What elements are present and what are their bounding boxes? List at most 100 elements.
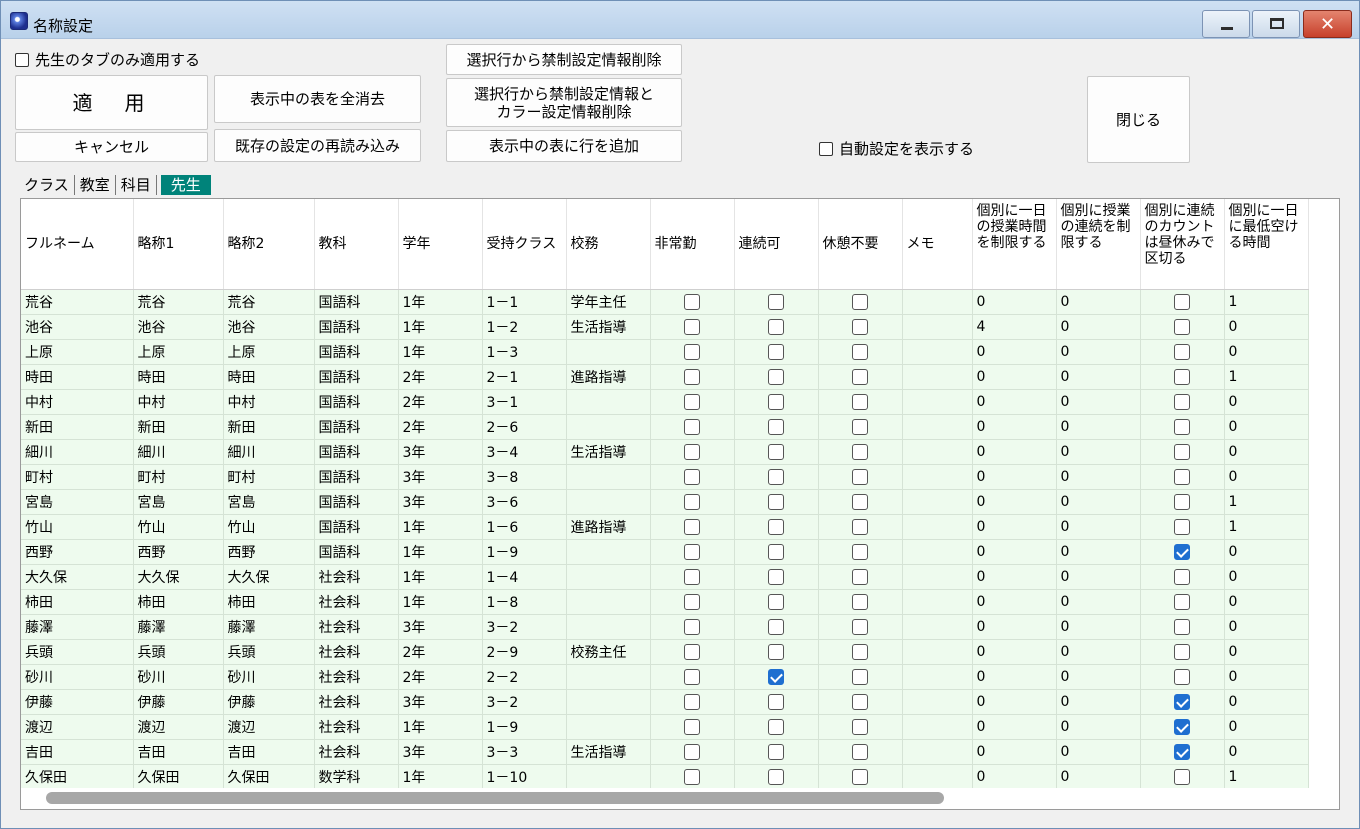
table-row[interactable]: 兵頭 兵頭 兵頭 社会科 2年 2－9 校務主任 0 0 0 bbox=[21, 639, 1309, 665]
unchecked-checkbox[interactable] bbox=[684, 768, 700, 785]
table-cell[interactable] bbox=[902, 764, 973, 790]
unchecked-checkbox[interactable] bbox=[684, 568, 700, 585]
table-cell[interactable]: 0 bbox=[1056, 514, 1141, 540]
table-cell[interactable]: 2年 bbox=[398, 389, 483, 415]
table-cell[interactable] bbox=[902, 314, 973, 340]
table-checkbox-cell[interactable] bbox=[650, 414, 735, 440]
table-row[interactable]: 柿田 柿田 柿田 社会科 1年 1－8 0 0 0 bbox=[21, 589, 1309, 615]
table-cell[interactable]: 久保田 bbox=[133, 764, 224, 790]
table-cell[interactable]: 0 bbox=[1056, 489, 1141, 515]
table-cell[interactable]: 0 bbox=[1056, 389, 1141, 415]
unchecked-checkbox[interactable] bbox=[852, 468, 868, 485]
table-cell[interactable]: 藤澤 bbox=[21, 614, 134, 640]
unchecked-checkbox[interactable] bbox=[684, 618, 700, 635]
table-cell[interactable]: 1 bbox=[1224, 364, 1309, 390]
column-header[interactable]: 教科 bbox=[314, 199, 399, 290]
table-cell[interactable] bbox=[566, 414, 651, 440]
table-cell[interactable]: 0 bbox=[1056, 764, 1141, 790]
table-row[interactable]: 池谷 池谷 池谷 国語科 1年 1－2 生活指導 4 0 0 bbox=[21, 314, 1309, 340]
table-cell[interactable] bbox=[902, 489, 973, 515]
unchecked-checkbox[interactable] bbox=[1174, 368, 1190, 385]
table-cell[interactable]: 国語科 bbox=[314, 514, 399, 540]
horizontal-scroll-thumb[interactable] bbox=[46, 792, 944, 804]
checked-checkbox[interactable] bbox=[1174, 718, 1190, 735]
column-header[interactable]: 受持クラス bbox=[482, 199, 567, 290]
table-checkbox-cell[interactable] bbox=[734, 514, 819, 540]
table-cell[interactable]: 1－9 bbox=[482, 714, 567, 740]
unchecked-checkbox[interactable] bbox=[852, 743, 868, 760]
table-cell[interactable]: 0 bbox=[1056, 464, 1141, 490]
table-cell[interactable]: 新田 bbox=[223, 414, 315, 440]
table-cell[interactable]: 国語科 bbox=[314, 339, 399, 365]
table-checkbox-cell[interactable] bbox=[1140, 514, 1225, 540]
table-checkbox-cell[interactable] bbox=[1140, 289, 1225, 315]
table-cell[interactable]: 国語科 bbox=[314, 414, 399, 440]
table-cell[interactable]: 社会科 bbox=[314, 714, 399, 740]
table-cell[interactable]: 渡辺 bbox=[133, 714, 224, 740]
table-cell[interactable]: 0 bbox=[1056, 339, 1141, 365]
table-cell[interactable]: 校務主任 bbox=[566, 639, 651, 665]
unchecked-checkbox[interactable] bbox=[684, 293, 700, 310]
table-cell[interactable]: 進路指導 bbox=[566, 514, 651, 540]
table-cell[interactable]: 社会科 bbox=[314, 664, 399, 690]
unchecked-checkbox[interactable] bbox=[684, 443, 700, 460]
table-checkbox-cell[interactable] bbox=[650, 539, 735, 565]
tab-teacher[interactable]: 先生 bbox=[160, 175, 211, 195]
table-checkbox-cell[interactable] bbox=[818, 564, 903, 590]
table-checkbox-cell[interactable] bbox=[818, 764, 903, 790]
tab-class[interactable]: クラス bbox=[19, 175, 75, 195]
table-cell[interactable]: 1年 bbox=[398, 539, 483, 565]
table-checkbox-cell[interactable] bbox=[818, 639, 903, 665]
tab-subject[interactable]: 科目 bbox=[116, 175, 157, 195]
apply-button[interactable]: 適 用 bbox=[15, 75, 208, 130]
table-checkbox-cell[interactable] bbox=[818, 514, 903, 540]
table-cell[interactable]: 1 bbox=[1224, 489, 1309, 515]
table-cell[interactable]: 渡辺 bbox=[223, 714, 315, 740]
table-cell[interactable]: 吉田 bbox=[223, 739, 315, 765]
table-cell[interactable]: 0 bbox=[1056, 364, 1141, 390]
table-cell[interactable]: 柿田 bbox=[21, 589, 134, 615]
table-row[interactable]: 時田 時田 時田 国語科 2年 2－1 進路指導 0 0 1 bbox=[21, 364, 1309, 390]
table-cell[interactable]: 生活指導 bbox=[566, 439, 651, 465]
unchecked-checkbox[interactable] bbox=[768, 768, 784, 785]
unchecked-checkbox[interactable] bbox=[768, 593, 784, 610]
table-cell[interactable]: 大久保 bbox=[223, 564, 315, 590]
table-cell[interactable]: 社会科 bbox=[314, 689, 399, 715]
table-cell[interactable]: 0 bbox=[1056, 714, 1141, 740]
table-checkbox-cell[interactable] bbox=[650, 364, 735, 390]
unchecked-checkbox[interactable] bbox=[768, 368, 784, 385]
close-button[interactable]: 閉じる bbox=[1087, 76, 1190, 163]
table-checkbox-cell[interactable] bbox=[650, 514, 735, 540]
table-checkbox-cell[interactable] bbox=[818, 364, 903, 390]
unchecked-checkbox[interactable] bbox=[1174, 443, 1190, 460]
table-row[interactable]: 中村 中村 中村 国語科 2年 3－1 0 0 0 bbox=[21, 389, 1309, 415]
table-checkbox-cell[interactable] bbox=[734, 589, 819, 615]
table-cell[interactable]: 0 bbox=[1056, 664, 1141, 690]
unchecked-checkbox[interactable] bbox=[684, 668, 700, 685]
unchecked-checkbox[interactable] bbox=[768, 293, 784, 310]
column-header[interactable]: 個別に一日の授業時間を制限する bbox=[972, 199, 1057, 290]
cancel-button[interactable]: キャンセル bbox=[15, 132, 208, 162]
table-cell[interactable]: 社会科 bbox=[314, 739, 399, 765]
vertical-scrollbar[interactable] bbox=[1337, 199, 1339, 791]
unchecked-checkbox[interactable] bbox=[852, 593, 868, 610]
table-cell[interactable]: 1 bbox=[1224, 764, 1309, 790]
unchecked-checkbox[interactable] bbox=[684, 718, 700, 735]
table-row[interactable]: 宮島 宮島 宮島 国語科 3年 3－6 0 0 1 bbox=[21, 489, 1309, 515]
table-cell[interactable]: 1年 bbox=[398, 339, 483, 365]
table-cell[interactable]: 新田 bbox=[133, 414, 224, 440]
table-checkbox-cell[interactable] bbox=[1140, 639, 1225, 665]
table-cell[interactable]: 0 bbox=[972, 339, 1057, 365]
table-cell[interactable]: 進路指導 bbox=[566, 364, 651, 390]
table-cell[interactable]: 0 bbox=[972, 664, 1057, 690]
table-cell[interactable]: 1年 bbox=[398, 289, 483, 315]
checked-checkbox[interactable] bbox=[768, 668, 784, 685]
table-cell[interactable]: 砂川 bbox=[21, 664, 134, 690]
table-cell[interactable]: 伊藤 bbox=[133, 689, 224, 715]
table-cell[interactable] bbox=[902, 714, 973, 740]
table-cell[interactable]: 0 bbox=[972, 489, 1057, 515]
teacher-tab-only-option[interactable]: 先生のタブのみ適用する bbox=[15, 49, 200, 70]
unchecked-checkbox[interactable] bbox=[684, 318, 700, 335]
table-cell[interactable]: 1年 bbox=[398, 589, 483, 615]
table-cell[interactable]: 中村 bbox=[133, 389, 224, 415]
